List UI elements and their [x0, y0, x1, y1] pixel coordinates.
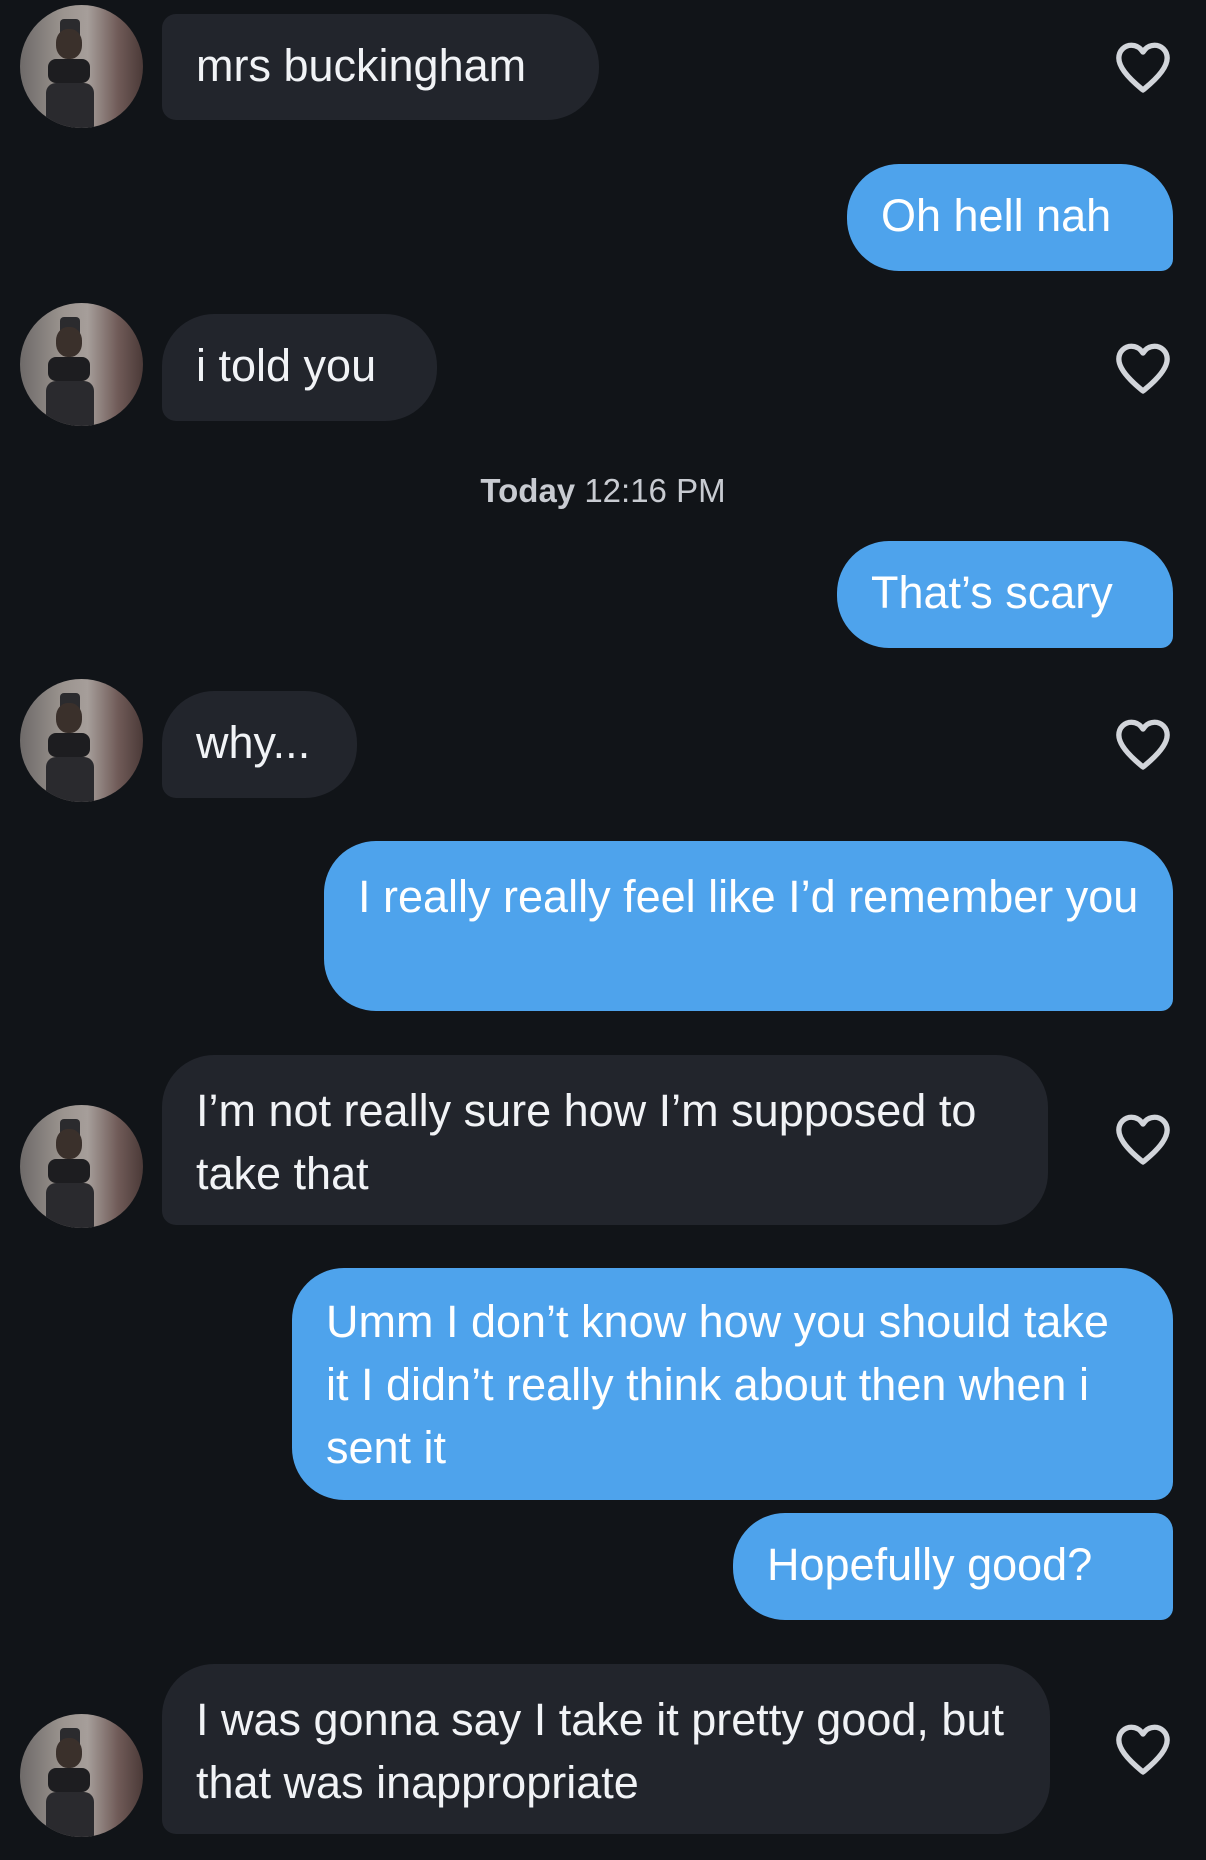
outgoing-message-bubble[interactable]: Hopefully good? — [733, 1513, 1173, 1620]
incoming-message-bubble[interactable]: why... — [162, 691, 357, 798]
avatar[interactable] — [20, 303, 143, 426]
avatar-legs — [46, 381, 94, 426]
outgoing-message-bubble[interactable]: That’s scary — [837, 541, 1173, 648]
heart-icon[interactable] — [1114, 1112, 1172, 1166]
avatar[interactable] — [20, 5, 143, 128]
timestamp-divider: Today 12:16 PM — [0, 472, 1206, 510]
avatar-legs — [46, 757, 94, 802]
heart-icon[interactable] — [1114, 341, 1172, 395]
avatar-head — [56, 703, 82, 733]
outgoing-message-bubble[interactable]: Oh hell nah — [847, 164, 1173, 271]
avatar-legs — [46, 1183, 94, 1228]
timestamp-time: 12:16 PM — [584, 472, 726, 509]
incoming-message-bubble[interactable]: I was gonna say I take it pretty good, b… — [162, 1664, 1050, 1834]
outgoing-message-bubble[interactable]: Umm I don’t know how you should take it … — [292, 1268, 1173, 1500]
heart-icon[interactable] — [1114, 717, 1172, 771]
avatar-legs — [46, 83, 94, 128]
outgoing-message-bubble[interactable]: I really really feel like I’d remember y… — [324, 841, 1173, 1011]
avatar[interactable] — [20, 1105, 143, 1228]
heart-icon[interactable] — [1114, 40, 1172, 94]
avatar-head — [56, 29, 82, 59]
incoming-message-bubble[interactable]: mrs buckingham — [162, 14, 599, 120]
avatar-top — [48, 59, 90, 83]
avatar-legs — [46, 1792, 94, 1837]
avatar-head — [56, 1738, 82, 1768]
avatar-head — [56, 1129, 82, 1159]
avatar[interactable] — [20, 679, 143, 802]
avatar[interactable] — [20, 1714, 143, 1837]
avatar-top — [48, 357, 90, 381]
avatar-top — [48, 1159, 90, 1183]
incoming-message-bubble[interactable]: I’m not really sure how I’m supposed to … — [162, 1055, 1048, 1225]
avatar-head — [56, 327, 82, 357]
avatar-top — [48, 733, 90, 757]
avatar-top — [48, 1768, 90, 1792]
incoming-message-bubble[interactable]: i told you — [162, 314, 437, 421]
heart-icon[interactable] — [1114, 1722, 1172, 1776]
timestamp-day: Today — [480, 472, 576, 509]
